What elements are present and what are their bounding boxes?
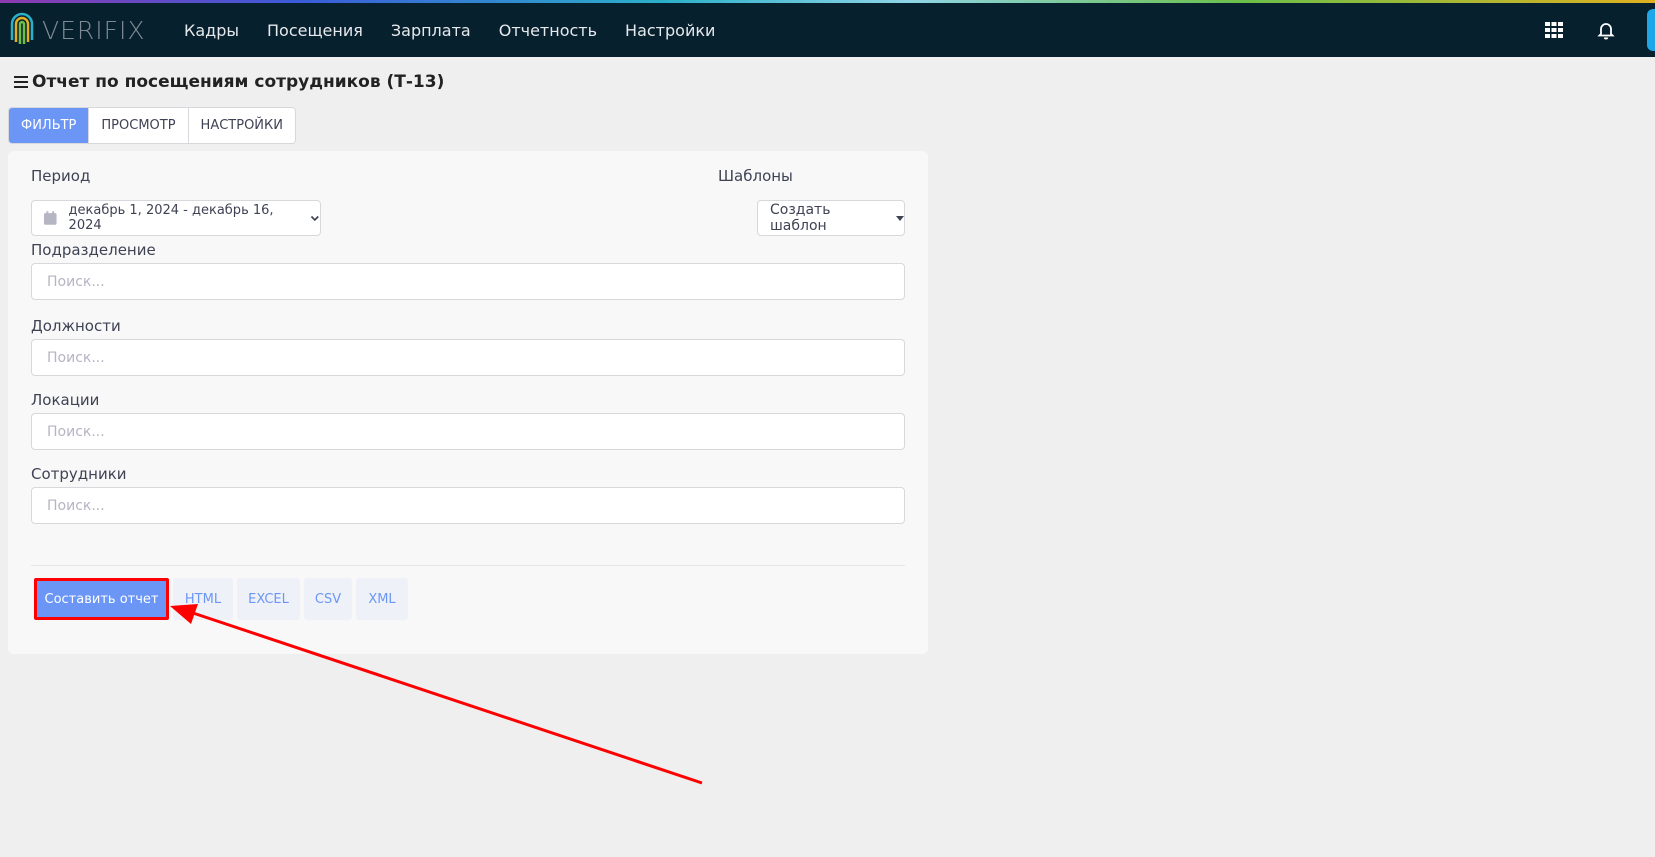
create-template-label: Создать шаблон bbox=[770, 202, 831, 234]
division-search-input[interactable] bbox=[31, 263, 905, 300]
logo-text: VERIFIX bbox=[42, 15, 146, 45]
nav-item-visits[interactable]: Посещения bbox=[267, 21, 363, 40]
main-nav: Кадры Посещения Зарплата Отчетность Наст… bbox=[184, 21, 743, 40]
html-export-button[interactable]: HTML bbox=[173, 578, 233, 620]
employees-label: Сотрудники bbox=[31, 465, 127, 483]
logo[interactable]: VERIFIX bbox=[8, 10, 168, 50]
tab-preview[interactable]: ПРОСМОТР bbox=[89, 108, 189, 143]
caret-down-icon bbox=[896, 215, 904, 221]
apps-grid-icon[interactable] bbox=[1543, 19, 1565, 41]
division-label: Подразделение bbox=[31, 241, 156, 259]
divider bbox=[31, 565, 905, 566]
nav-item-salary[interactable]: Зарплата bbox=[391, 21, 471, 40]
fingerprint-logo-icon bbox=[10, 12, 34, 44]
locations-search-input[interactable] bbox=[31, 413, 905, 450]
positions-search-input[interactable] bbox=[31, 339, 905, 376]
tab-filter[interactable]: ФИЛЬТР bbox=[9, 108, 90, 143]
nav-item-kadry[interactable]: Кадры bbox=[184, 21, 239, 40]
nav-item-reports[interactable]: Отчетность bbox=[499, 21, 597, 40]
employees-search-input[interactable] bbox=[31, 487, 905, 524]
xml-export-button[interactable]: XML bbox=[356, 578, 408, 620]
navbar: VERIFIX Кадры Посещения Зарплата Отчетно… bbox=[0, 3, 1655, 57]
nav-item-settings[interactable]: Настройки bbox=[625, 21, 715, 40]
locations-label: Локации bbox=[31, 391, 100, 409]
filter-card: Период декабрь 1, 2024 - декабрь 16, 202… bbox=[8, 151, 928, 654]
period-label: Период bbox=[31, 167, 91, 185]
page-title-text: Отчет по посещениям сотрудников (Т-13) bbox=[32, 72, 445, 92]
excel-export-button[interactable]: EXCEL bbox=[237, 578, 300, 620]
report-tabs: ФИЛЬТР ПРОСМОТР НАСТРОЙКИ bbox=[8, 107, 296, 144]
user-avatar[interactable] bbox=[1647, 9, 1655, 51]
period-value: декабрь 1, 2024 - декабрь 16, 2024 bbox=[68, 203, 274, 233]
navbar-right bbox=[1543, 3, 1655, 57]
csv-export-button[interactable]: CSV bbox=[304, 578, 352, 620]
calendar-icon bbox=[44, 211, 57, 225]
templates-label: Шаблоны bbox=[718, 167, 793, 185]
period-date-picker[interactable]: декабрь 1, 2024 - декабрь 16, 2024 bbox=[31, 200, 321, 236]
tab-settings[interactable]: НАСТРОЙКИ bbox=[189, 108, 295, 143]
chevron-down-icon bbox=[311, 215, 320, 222]
build-report-button[interactable]: Составить отчет bbox=[34, 578, 169, 620]
page-title: Отчет по посещениям сотрудников (Т-13) bbox=[14, 72, 444, 92]
bell-icon[interactable] bbox=[1595, 19, 1617, 41]
positions-label: Должности bbox=[31, 317, 121, 335]
hamburger-menu-icon[interactable] bbox=[14, 76, 28, 88]
create-template-dropdown[interactable]: Создать шаблон bbox=[757, 200, 905, 236]
